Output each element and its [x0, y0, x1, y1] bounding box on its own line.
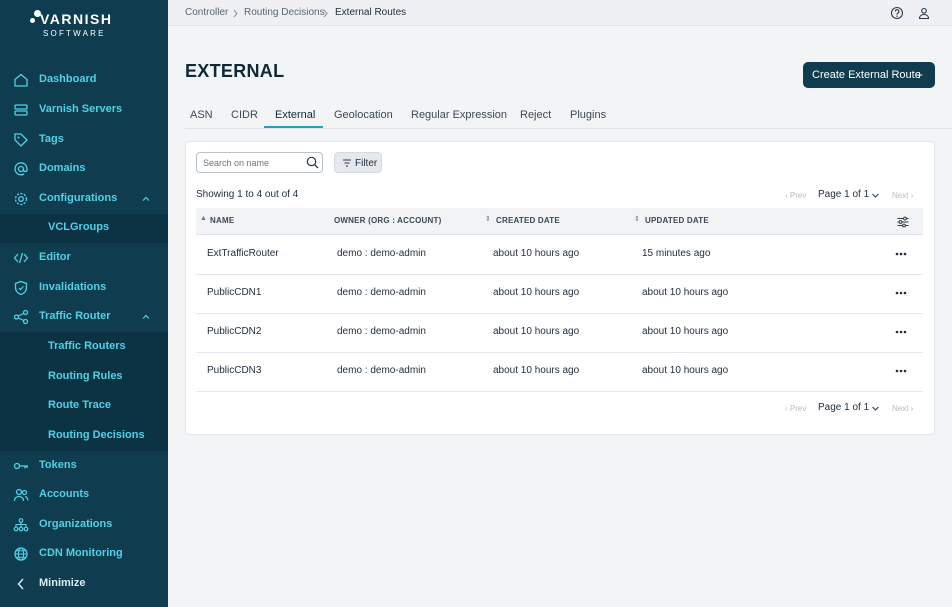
cell-owner: demo : demo-admin	[337, 287, 426, 298]
cell-updated: about 10 hours ago	[642, 365, 729, 376]
cell-created: about 10 hours ago	[493, 248, 580, 259]
cell-owner: demo : demo-admin	[337, 365, 426, 376]
cell-updated: 15 minutes ago	[642, 248, 711, 259]
search-icon[interactable]	[306, 156, 319, 169]
breadcrumb-chevron-icon	[323, 9, 328, 18]
filter-button[interactable]: Filter	[334, 152, 382, 173]
sidebar-item-accounts[interactable]: Accounts	[0, 481, 168, 509]
sidebar-item-traffic-router[interactable]: Traffic Router	[0, 303, 168, 331]
help-icon[interactable]	[890, 6, 904, 20]
sort-both-icon[interactable]: ⇕	[634, 215, 640, 223]
more-actions-icon[interactable]	[894, 251, 908, 257]
tab-cidr[interactable]: CIDR	[231, 109, 258, 121]
tab-geolocation[interactable]: Geolocation	[334, 109, 393, 121]
sidebar-item-organizations[interactable]: Organizations	[0, 511, 168, 539]
sidebar-item-routing-rules[interactable]: Routing Rules	[0, 363, 168, 391]
cell-updated: about 10 hours ago	[642, 287, 729, 298]
sidebar-item-vclgroups[interactable]: VCLGroups	[0, 214, 168, 242]
create-external-route-button[interactable]: Create External Route +	[803, 62, 935, 88]
cell-created: about 10 hours ago	[493, 326, 580, 337]
chevron-up-icon[interactable]	[140, 193, 152, 205]
column-created-date[interactable]: CREATED DATE	[496, 216, 560, 225]
cell-owner: demo : demo-admin	[337, 326, 426, 337]
org-icon	[13, 518, 29, 532]
key-icon	[13, 462, 28, 470]
gear-icon	[14, 192, 28, 206]
sidebar-item-cdn-monitoring[interactable]: CDN Monitoring	[0, 540, 168, 568]
column-owner: OWNER (ORG : ACCOUNT)	[334, 216, 442, 225]
pagination-next-bottom[interactable]: Next ›	[892, 404, 913, 413]
tab-reject[interactable]: Reject	[520, 109, 551, 121]
code-icon	[13, 252, 29, 264]
sidebar: VARNISH SOFTWARE Dashboard Varnish Serve…	[0, 0, 168, 607]
sidebar-item-configurations[interactable]: Configurations	[0, 185, 168, 213]
sidebar-item-routing-decisions[interactable]: Routing Decisions	[0, 422, 168, 450]
pagination-next-top[interactable]: Next ›	[892, 191, 913, 200]
share-icon	[13, 309, 29, 325]
cell-name[interactable]: PublicCDN2	[207, 326, 261, 337]
sidebar-item-dashboard[interactable]: Dashboard	[0, 66, 168, 94]
cell-name[interactable]: PublicCDN3	[207, 365, 261, 376]
sidebar-item-domains[interactable]: Domains	[0, 155, 168, 183]
more-actions-icon[interactable]	[894, 368, 908, 374]
varnish-logo[interactable]: VARNISH SOFTWARE	[30, 8, 113, 44]
user-icon[interactable]	[917, 6, 931, 20]
pagination-prev-bottom[interactable]: ‹ Prev	[785, 404, 806, 413]
shield-icon	[14, 280, 28, 296]
sidebar-item-tokens[interactable]: Tokens	[0, 452, 168, 480]
tabs-divider	[185, 128, 952, 129]
results-count: Showing 1 to 4 out of 4	[196, 189, 299, 200]
sidebar-item-editor[interactable]: Editor	[0, 244, 168, 272]
page-select-bottom[interactable]: Page 1 of 1	[818, 402, 869, 413]
home-icon	[14, 73, 28, 87]
cell-name[interactable]: PublicCDN1	[207, 287, 261, 298]
more-actions-icon[interactable]	[894, 329, 908, 335]
breadcrumb-external-routes: External Routes	[335, 7, 407, 18]
sidebar-minimize-button[interactable]: Minimize	[0, 570, 168, 598]
active-tab-indicator	[264, 126, 323, 128]
sort-asc-icon[interactable]: ▲	[200, 215, 207, 222]
logo-line-2: SOFTWARE	[43, 29, 106, 38]
sidebar-item-traffic-routers[interactable]: Traffic Routers	[0, 333, 168, 361]
cell-created: about 10 hours ago	[493, 287, 580, 298]
globe-icon	[14, 547, 28, 561]
tab-regular-expression[interactable]: Regular Expression	[411, 109, 507, 121]
column-settings-icon[interactable]	[896, 215, 910, 229]
more-actions-icon[interactable]	[894, 290, 908, 296]
sidebar-item-invalidations[interactable]: Invalidations	[0, 274, 168, 302]
cell-name[interactable]: ExtTrafficRouter	[207, 248, 279, 259]
chevron-up-icon[interactable]	[140, 311, 152, 323]
page-select-top[interactable]: Page 1 of 1	[818, 189, 869, 200]
sidebar-item-route-trace[interactable]: Route Trace	[0, 392, 168, 420]
tag-icon	[14, 133, 28, 147]
cell-updated: about 10 hours ago	[642, 326, 729, 337]
tab-plugins[interactable]: Plugins	[570, 109, 606, 121]
sidebar-item-tags[interactable]: Tags	[0, 126, 168, 154]
tab-external[interactable]: External	[275, 109, 315, 121]
filter-icon	[343, 159, 351, 167]
breadcrumb-chevron-icon	[233, 9, 238, 18]
breadcrumb-routing-decisions[interactable]: Routing Decisions	[244, 7, 325, 18]
breadcrumb-controller[interactable]: Controller	[185, 7, 228, 18]
users-icon	[13, 488, 29, 502]
chevron-down-icon[interactable]	[871, 191, 880, 200]
page-title: EXTERNAL	[185, 61, 285, 81]
server-icon	[14, 104, 28, 116]
chevron-down-icon[interactable]	[871, 404, 880, 413]
cell-owner: demo : demo-admin	[337, 248, 426, 259]
at-icon	[14, 162, 28, 176]
chevron-left-icon	[17, 578, 24, 590]
plus-icon: +	[916, 68, 924, 82]
pagination-prev-top[interactable]: ‹ Prev	[785, 191, 806, 200]
column-name[interactable]: NAME	[210, 216, 234, 225]
sort-both-icon[interactable]: ⇕	[485, 215, 491, 223]
sidebar-item-varnish-servers[interactable]: Varnish Servers	[0, 96, 168, 124]
column-updated-date[interactable]: UPDATED DATE	[645, 216, 709, 225]
tab-asn[interactable]: ASN	[190, 109, 213, 121]
search-input[interactable]	[196, 152, 323, 173]
logo-line-1: VARNISH	[40, 11, 113, 27]
cell-created: about 10 hours ago	[493, 365, 580, 376]
